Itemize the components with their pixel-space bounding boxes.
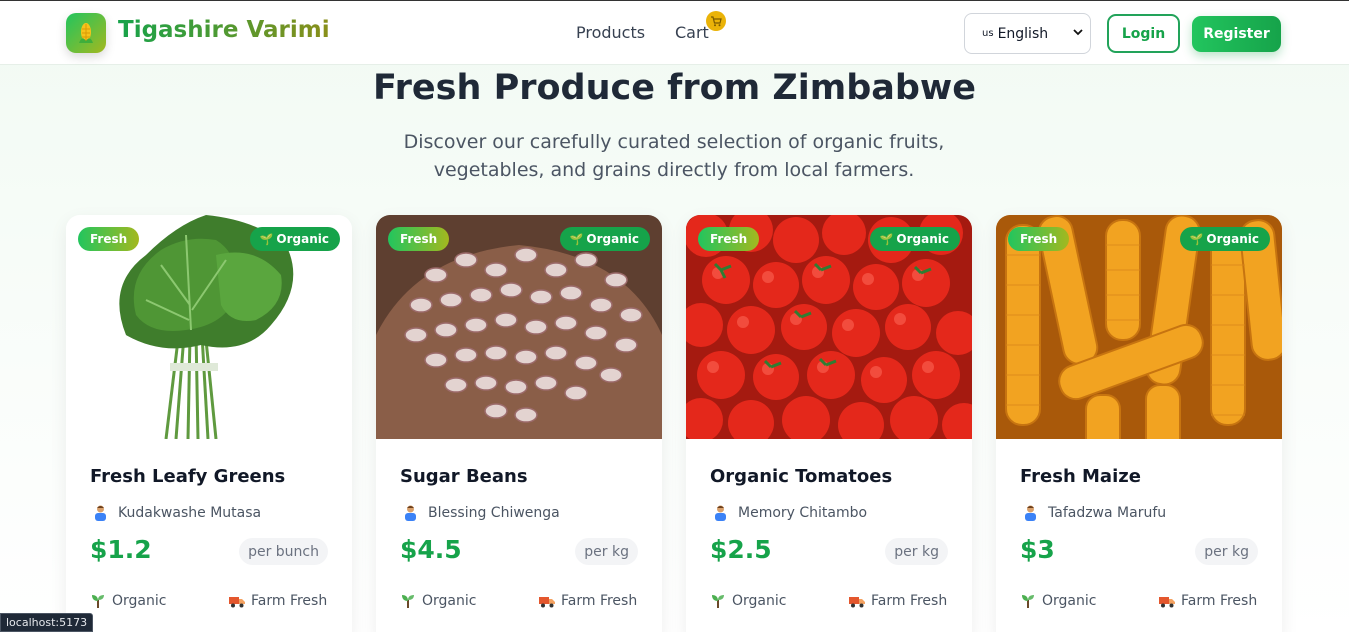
seedling-icon (402, 595, 414, 608)
chevron-down-icon (1073, 29, 1083, 36)
language-select[interactable]: us English (964, 13, 1091, 54)
fresh-badge: Fresh (78, 227, 140, 251)
feature-organic: Organic (400, 593, 476, 609)
product-farmer: Memory Chitambo (710, 504, 867, 521)
seedling-icon (1022, 595, 1034, 608)
farmer-icon (1025, 505, 1036, 521)
product-card[interactable]: Fresh 🌱 Organic Fresh Leafy Greens Kudakw… (66, 215, 352, 632)
seedling-icon: 🌱 (1189, 232, 1204, 246)
seedling-icon: 🌱 (569, 232, 584, 246)
seedling-icon (712, 595, 724, 608)
product-name: Fresh Leafy Greens (90, 466, 286, 487)
nav-cart-link[interactable]: Cart (675, 23, 709, 42)
browser-status-url: localhost:5173 (0, 613, 94, 632)
farmer-icon (715, 505, 726, 521)
organic-badge: 🌱 Organic (1179, 227, 1270, 251)
fresh-badge: Fresh (698, 227, 760, 251)
product-price: $3 (1020, 535, 1055, 564)
brand-name[interactable]: Tigashire Varimi (118, 17, 330, 43)
hero-subtitle: Discover our carefully curated selection… (403, 131, 945, 181)
fresh-badge: Fresh (388, 227, 450, 251)
product-unit: per kg (575, 538, 638, 565)
product-name: Organic Tomatoes (710, 466, 893, 487)
product-price: $4.5 (400, 535, 462, 564)
nav-products-link[interactable]: Products (576, 23, 645, 42)
feature-farm-fresh: Farm Fresh (1159, 593, 1257, 609)
product-unit: per kg (885, 538, 948, 565)
product-name: Fresh Maize (1020, 466, 1141, 487)
seedling-icon: 🌱 (259, 232, 274, 246)
organic-badge: 🌱 Organic (869, 227, 960, 251)
hero-title: Fresh Produce from Zimbabwe (372, 68, 977, 108)
organic-badge: 🌱 Organic (559, 227, 650, 251)
seedling-icon: 🌱 (879, 232, 894, 246)
product-image-sugar-beans: Fresh 🌱 Organic (376, 215, 662, 439)
cart-icon[interactable] (706, 11, 726, 31)
product-image-maize: Fresh 🌱 Organic (996, 215, 1282, 439)
feature-farm-fresh: Farm Fresh (229, 593, 327, 609)
login-button[interactable]: Login (1107, 14, 1180, 53)
product-farmer: Tafadzwa Marufu (1020, 504, 1166, 521)
feature-farm-fresh: Farm Fresh (849, 593, 947, 609)
product-unit: per kg (1195, 538, 1258, 565)
top-navbar: Tigashire Varimi Products Cart us Englis… (0, 1, 1349, 65)
country-code: us (982, 28, 994, 39)
logo[interactable] (66, 13, 106, 53)
language-selected: English (997, 25, 1049, 42)
product-card[interactable]: Fresh 🌱 Organic Fresh Maize Tafadzwa Maru… (996, 215, 1282, 632)
organic-badge: 🌱 Organic (249, 227, 340, 251)
seedling-icon (92, 595, 104, 608)
product-price: $1.2 (90, 535, 152, 564)
product-card[interactable]: Fresh 🌱 Organic Organic Tomatoes Memory C… (686, 215, 972, 632)
product-image-leafy-greens: Fresh 🌱 Organic (66, 215, 352, 439)
truck-icon (539, 597, 555, 608)
feature-organic: Organic (1020, 593, 1096, 609)
farmer-icon (95, 505, 106, 521)
truck-icon (229, 597, 245, 608)
corn-icon (79, 23, 93, 43)
feature-farm-fresh: Farm Fresh (539, 593, 637, 609)
product-farmer: Blessing Chiwenga (400, 504, 560, 521)
feature-organic: Organic (710, 593, 786, 609)
truck-icon (849, 597, 865, 608)
product-card[interactable]: Fresh 🌱 Organic Sugar Beans Blessing Chiw… (376, 215, 662, 632)
fresh-badge: Fresh (1008, 227, 1070, 251)
product-name: Sugar Beans (400, 466, 528, 487)
truck-icon (1159, 597, 1175, 608)
feature-organic: Organic (90, 593, 166, 609)
register-button[interactable]: Register (1192, 16, 1281, 52)
product-image-tomatoes: Fresh 🌱 Organic (686, 215, 972, 439)
farmer-icon (405, 505, 416, 521)
product-farmer: Kudakwashe Mutasa (90, 504, 261, 521)
product-price: $2.5 (710, 535, 772, 564)
product-unit: per bunch (239, 538, 328, 565)
